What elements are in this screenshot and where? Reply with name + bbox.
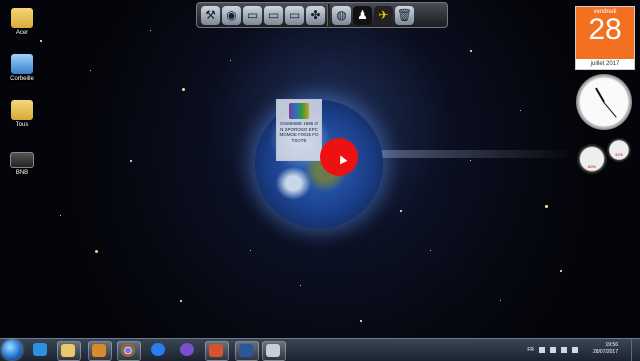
star [430, 250, 431, 251]
star [360, 320, 362, 322]
clock-minute-hand [603, 101, 617, 118]
calculator-icon [266, 344, 280, 357]
calendar-month: juillet 2017 [590, 61, 620, 67]
taskbar-messenger[interactable] [148, 341, 170, 359]
light-streak [375, 150, 575, 158]
folder-icon [11, 8, 33, 28]
star [40, 40, 42, 42]
analog-clock-icon[interactable] [576, 74, 632, 130]
desktop-icon-tous[interactable]: Tous [2, 100, 42, 128]
start-button[interactable] [2, 340, 22, 360]
taskbar-clock[interactable]: 19:56 28/07/2017 [584, 342, 618, 356]
globe-icon[interactable]: ◍ [332, 5, 351, 25]
taskbar-media-player[interactable] [88, 341, 112, 361]
desktop-icon-label: Corbeille [10, 76, 34, 82]
puzzle-icon[interactable]: ✤ [306, 5, 325, 25]
star [470, 160, 471, 161]
volume-icon[interactable] [572, 347, 578, 353]
desktop-icon-label: Tous [15, 122, 29, 128]
desktop-icon-corbeille[interactable]: Corbeille [2, 54, 42, 82]
penguin-icon[interactable]: ♟ [353, 5, 372, 25]
star [560, 270, 562, 272]
language-indicator[interactable]: FR [527, 347, 534, 353]
taskbar-calculator[interactable] [262, 341, 286, 361]
viber-icon [180, 343, 194, 356]
star [182, 88, 185, 91]
file-label: OmMMWE 1995 ON SPOROSO EPCMOMOE F0015 FO… [279, 121, 319, 143]
file-explorer-icon [61, 344, 75, 357]
archive-file-icon[interactable]: OmMMWE 1995 ON SPOROSO EPCMOMOE F0015 FO… [276, 99, 322, 161]
taskbar: FR 19:56 28/07/2017 [0, 338, 640, 361]
folder-icon[interactable]: ▭ [264, 5, 283, 25]
tray-icon[interactable] [539, 347, 545, 353]
cpu-meter-gadget[interactable]: 60% 31% [577, 138, 633, 178]
taskbar-viber[interactable] [177, 341, 199, 359]
taskbar-date: 28/07/2017 [592, 349, 618, 355]
winrar-archive-icon [289, 103, 309, 119]
bird-icon[interactable]: ✈ [374, 5, 393, 25]
star [230, 60, 231, 61]
dock-separator [327, 4, 330, 26]
star [180, 300, 182, 302]
star [95, 250, 98, 253]
word-icon [239, 344, 253, 357]
star [520, 110, 521, 111]
trash-icon[interactable]: 🗑 [395, 5, 414, 25]
globe-icon[interactable]: ◉ [222, 5, 241, 25]
desktop-icon-bnb[interactable]: BNB [2, 152, 42, 176]
media-player-icon [92, 344, 106, 357]
ram-value: 31% [614, 152, 623, 157]
show-desktop-button[interactable] [631, 339, 640, 361]
star [500, 300, 501, 301]
desktop-icon-label: Acer [15, 30, 29, 36]
star [400, 210, 402, 212]
taskbar-chrome[interactable] [117, 341, 141, 361]
cpu-gauge: 60% [577, 144, 607, 174]
folder-icon [11, 100, 33, 120]
tools-icon[interactable]: ⚒ [201, 5, 220, 25]
dock-bar: ⚒ ◉ ▭ ▭ ▭ ✤ ◍ ♟ ✈ 🗑 [196, 2, 448, 28]
folder-icon[interactable]: ▭ [285, 5, 304, 25]
star [150, 30, 151, 31]
messenger-icon [151, 343, 165, 356]
taskbar-powerpoint[interactable] [205, 341, 229, 361]
chrome-icon [121, 344, 135, 357]
internet-explorer-icon [33, 343, 47, 356]
star [60, 215, 61, 216]
taskbar-time: 19:56 [605, 342, 618, 348]
star [130, 160, 132, 162]
system-tray: FR [527, 341, 578, 359]
star [300, 285, 301, 286]
taskbar-file-explorer[interactable] [57, 341, 81, 361]
network-icon[interactable] [561, 347, 567, 353]
star [90, 70, 91, 71]
calendar-gadget[interactable]: vendredi 28 juillet 2017 [575, 6, 635, 70]
tray-icon[interactable] [550, 347, 556, 353]
taskbar-word[interactable] [235, 341, 259, 361]
taskbar-internet-explorer[interactable] [30, 341, 52, 359]
powerpoint-icon [209, 344, 223, 357]
cpu-value: 60% [587, 164, 596, 169]
star [545, 205, 548, 208]
star [470, 50, 472, 52]
desktop-icon-acer[interactable]: Acer [2, 8, 42, 36]
ram-gauge: 31% [607, 138, 631, 162]
calendar-day: 28 [588, 13, 622, 46]
recycle-bin-icon [11, 54, 33, 74]
desktop-icon-label: BNB [15, 170, 29, 176]
star [250, 250, 251, 251]
screenshot-file-icon [10, 152, 34, 168]
folder-icon[interactable]: ▭ [243, 5, 262, 25]
desktop[interactable]: Acer Corbeille Tous BNB ⚒ ◉ ▭ ▭ ▭ ✤ ◍ ♟ … [0, 0, 640, 338]
